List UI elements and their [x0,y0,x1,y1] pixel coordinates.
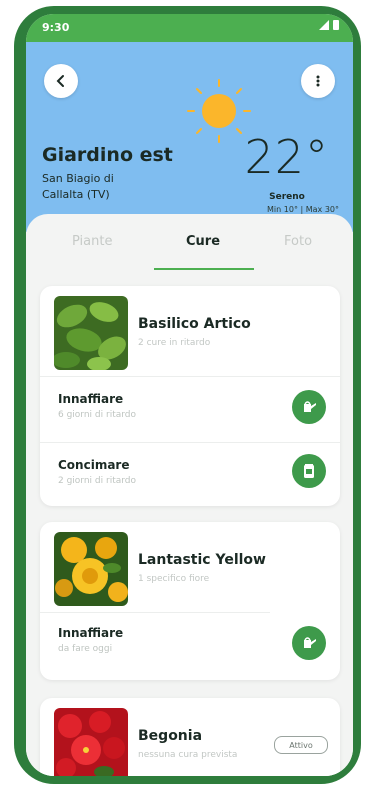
status-time: 9:30 [42,21,70,34]
plant-photo [54,296,128,370]
task-title: Innaffiare [58,392,124,406]
active-tab-indicator [154,268,254,270]
weather-header: Giardino est San Biagio di Callalta (TV)… [26,42,353,232]
plant-card[interactable]: Lantastic Yellow 1 specifico fiore Innaf… [40,522,340,680]
app-screen: 9:30 Giardino est San Biagio di Callalta… [26,14,353,776]
tab-cure[interactable]: Cure [186,234,220,249]
divider [40,612,270,613]
location-line-1: San Biagio di [42,172,114,185]
status-bar: 9:30 [26,14,353,42]
more-vertical-icon [316,75,320,87]
care-task: Concimare 2 giorni di ritardo [58,458,136,486]
battery-icon [333,20,339,30]
fertilize-button[interactable] [292,454,326,488]
water-button[interactable] [292,390,326,424]
tab-piante[interactable]: Piante [72,234,112,249]
plant-subtitle: 1 specifico fiore [138,574,210,584]
divider [40,376,340,377]
temperature: 22° [244,130,329,184]
tab-bar: Piante Cure Foto [26,234,353,274]
plant-name: Lantastic Yellow [138,552,266,568]
watering-can-icon [304,637,316,648]
task-title: Innaffiare [58,626,124,640]
care-task: Innaffiare da fare oggi [58,626,123,654]
fertilizer-icon [304,464,314,478]
back-button[interactable] [44,64,78,98]
status-icons [319,20,339,30]
location-name: Giardino est [42,144,173,166]
plant-card[interactable]: Begonia nessuna cura prevista Attivo [40,698,340,776]
task-subtitle: da fare oggi [58,644,113,654]
more-menu-button[interactable] [301,64,335,98]
min-max-temperature: Min 10° | Max 30° [267,205,339,214]
content-sheet: Piante Cure Foto Basilico Artico 2 cure … [26,214,353,776]
care-task: Innaffiare 6 giorni di ritardo [58,392,136,420]
tab-foto[interactable]: Foto [284,234,312,249]
signal-icon [319,20,329,30]
plant-photo [54,532,128,606]
water-button[interactable] [292,626,326,660]
chevron-left-icon [56,75,64,87]
watering-can-icon [304,401,316,412]
task-title: Concimare [58,458,130,472]
status-pill[interactable]: Attivo [274,736,328,754]
plant-name: Basilico Artico [138,316,251,332]
weather-condition: Sereno [269,192,305,202]
plant-subtitle: 2 cure in ritardo [138,338,211,348]
location-line-2: Callalta (TV) [42,188,110,201]
task-subtitle: 2 giorni di ritardo [58,476,136,486]
plant-subtitle: nessuna cura prevista [138,750,238,760]
plant-name: Begonia [138,728,203,744]
task-subtitle: 6 giorni di ritardo [58,410,136,420]
divider [40,442,340,443]
plant-photo [54,708,128,776]
plant-card[interactable]: Basilico Artico 2 cure in ritardo Innaff… [40,286,340,506]
